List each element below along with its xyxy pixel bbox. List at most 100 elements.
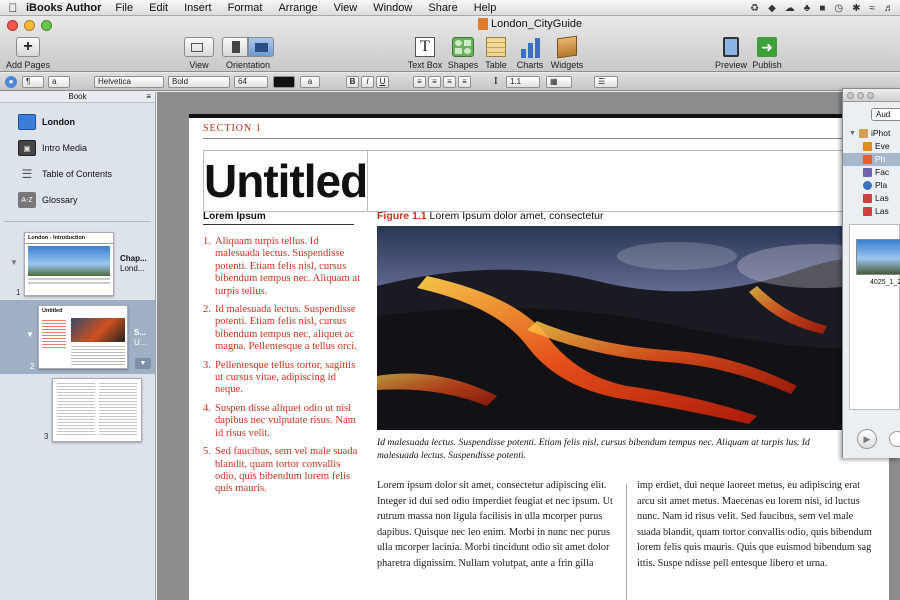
justify-button[interactable]: ≡ (458, 76, 471, 88)
section-label[interactable]: SECTION 1 (203, 123, 262, 134)
menu-app-name[interactable]: iBooks Author (26, 2, 101, 14)
menu-file[interactable]: File (115, 2, 133, 14)
sync-icon[interactable]: ♻ (750, 3, 759, 14)
menu-arrange[interactable]: Arrange (278, 2, 317, 14)
charts-button[interactable]: Charts (514, 36, 546, 70)
shapes-button[interactable]: Shapes (447, 36, 479, 70)
preview-button[interactable]: Preview (714, 36, 748, 70)
paragraph-style-popup[interactable]: ¶ (22, 76, 44, 88)
media-row[interactable]: Fac (843, 166, 900, 179)
sidebar-divider (4, 221, 151, 222)
lock-icon[interactable]: ■ (819, 3, 825, 14)
media-row[interactable]: Las (843, 192, 900, 205)
publish-button[interactable]: ➜ Publish (750, 36, 784, 70)
sidebar-resize-icon[interactable]: ≡ (146, 92, 151, 102)
menu-format[interactable]: Format (228, 2, 263, 14)
inspector-icon[interactable]: ● (5, 76, 17, 88)
align-left-icon: ≡ (417, 77, 422, 86)
add-pages-button[interactable]: + Add Pages (4, 36, 52, 70)
menu-edit[interactable]: Edit (149, 2, 168, 14)
list-style-popup[interactable]: ☰ (594, 76, 618, 88)
page-thumbnail-3[interactable] (52, 378, 142, 442)
sidebar-item-london[interactable]: London (0, 109, 155, 135)
panel-close-button[interactable] (847, 92, 854, 99)
align-right-button[interactable]: ≡ (443, 76, 456, 88)
menu-help[interactable]: Help (474, 2, 497, 14)
underline-button[interactable]: U (376, 76, 389, 88)
text-color-well[interactable] (273, 76, 295, 88)
chapter-row-2[interactable]: ▼ Untitled 2 S... U... ▼ (0, 300, 155, 374)
body-column-1[interactable]: Lorem ipsum dolor sit amet, consectetur … (377, 478, 615, 572)
media-source-iphoto[interactable]: ▼ iPhot (843, 127, 900, 140)
menu-share[interactable]: Share (428, 2, 457, 14)
zoom-window-button[interactable] (41, 20, 52, 31)
body-column-2[interactable]: imp erdiet, dui neque laoreet metus, eu … (637, 478, 875, 572)
wifi-icon[interactable]: ≈ (870, 3, 876, 14)
orientation-control[interactable]: Orientation (222, 36, 274, 70)
audio-tab[interactable]: Aud (871, 108, 900, 121)
line-spacing-popup[interactable]: 1.1 (506, 76, 540, 88)
font-size-field[interactable]: 64 (234, 76, 268, 88)
chapter-row-1[interactable]: ▼ London - Introduction 1 Chap... Lond..… (0, 230, 155, 300)
faces-icon (863, 168, 872, 177)
time-machine-icon[interactable]: ◷ (834, 3, 843, 14)
lava-photo[interactable] (377, 226, 889, 430)
view-icon (184, 37, 214, 57)
sidebar-item-intro-media[interactable]: ▣ Intro Media (0, 135, 155, 161)
media-row-selected[interactable]: Ph (843, 153, 900, 166)
page-title[interactable]: Untitled (204, 151, 368, 211)
search-button[interactable] (889, 431, 900, 447)
text-box-button[interactable]: T Text Box (405, 36, 445, 70)
landscape-icon[interactable] (248, 37, 274, 57)
table-button[interactable]: Table (482, 36, 510, 70)
minimize-window-button[interactable] (24, 20, 35, 31)
dropbox-icon[interactable]: ◆ (768, 3, 776, 14)
sidebar-item-table-of-contents[interactable]: ☰ Table of Contents (0, 161, 155, 187)
italic-button[interactable]: I (361, 76, 374, 88)
align-center-button[interactable]: ≡ (428, 76, 441, 88)
title-text-box[interactable]: Untitled (203, 150, 900, 212)
font-weight-popup[interactable]: Bold (168, 76, 230, 88)
list-icon: ☰ (21, 167, 33, 181)
sidebar-item-glossary[interactable]: A-Z Glossary (0, 187, 155, 213)
play-button[interactable]: ▶ (857, 429, 877, 449)
page-thumbnail-1[interactable]: London - Introduction (24, 232, 114, 296)
menu-bar:  iBooks Author File Edit Insert Format … (0, 0, 900, 16)
page-thumbnail-2[interactable]: Untitled (38, 305, 128, 369)
panel-zoom-button[interactable] (867, 92, 874, 99)
disclosure-triangle-icon[interactable]: ▼ (26, 330, 34, 339)
numbered-list[interactable]: 1. Aliquam turpis tellus. Id malesuada le… (203, 236, 363, 502)
line-spacing-icon: І (494, 75, 498, 87)
figure-description[interactable]: Id malesuada lectus. Suspendisse potenti… (377, 436, 847, 462)
sidebar-heading[interactable]: Lorem Ipsum (203, 211, 354, 225)
menu-insert[interactable]: Insert (184, 2, 212, 14)
columns-popup[interactable]: ▦ (546, 76, 572, 88)
evernote-icon[interactable]: ♣ (804, 3, 811, 14)
menu-view[interactable]: View (334, 2, 358, 14)
media-row[interactable]: Eve (843, 140, 900, 153)
disclosure-triangle-icon[interactable]: ▼ (10, 258, 18, 267)
media-row[interactable]: Las (843, 205, 900, 218)
media-row[interactable]: Pla (843, 179, 900, 192)
portrait-icon[interactable] (222, 37, 248, 57)
window-toolbar: London_CityGuide + Add Pages View Orient… (0, 16, 900, 72)
media-thumbnail[interactable] (856, 239, 900, 275)
character-fill-button[interactable]: a (300, 76, 320, 88)
widgets-button[interactable]: Widgets (550, 35, 584, 70)
apple-icon[interactable]:  (0, 1, 26, 15)
chapter-menu-button[interactable]: ▼ (135, 358, 151, 369)
chapter-row-3[interactable]: 3 (0, 374, 155, 446)
bold-button[interactable]: B (346, 76, 359, 88)
align-left-button[interactable]: ≡ (413, 76, 426, 88)
publish-icon: ➜ (757, 37, 777, 57)
close-window-button[interactable] (7, 20, 18, 31)
cloud-icon[interactable]: ☁ (785, 3, 795, 14)
bluetooth-icon[interactable]: ✱ (852, 3, 860, 14)
view-button[interactable]: View (182, 36, 216, 70)
panel-minimize-button[interactable] (857, 92, 864, 99)
figure-caption[interactable]: Figure 1.1 Lorem Ipsum dolor amet, conse… (377, 210, 603, 222)
font-family-popup[interactable]: Helvetica (94, 76, 164, 88)
volume-icon[interactable]: ♬ (884, 3, 894, 14)
menu-window[interactable]: Window (373, 2, 412, 14)
character-style-popup[interactable]: a (48, 76, 70, 88)
